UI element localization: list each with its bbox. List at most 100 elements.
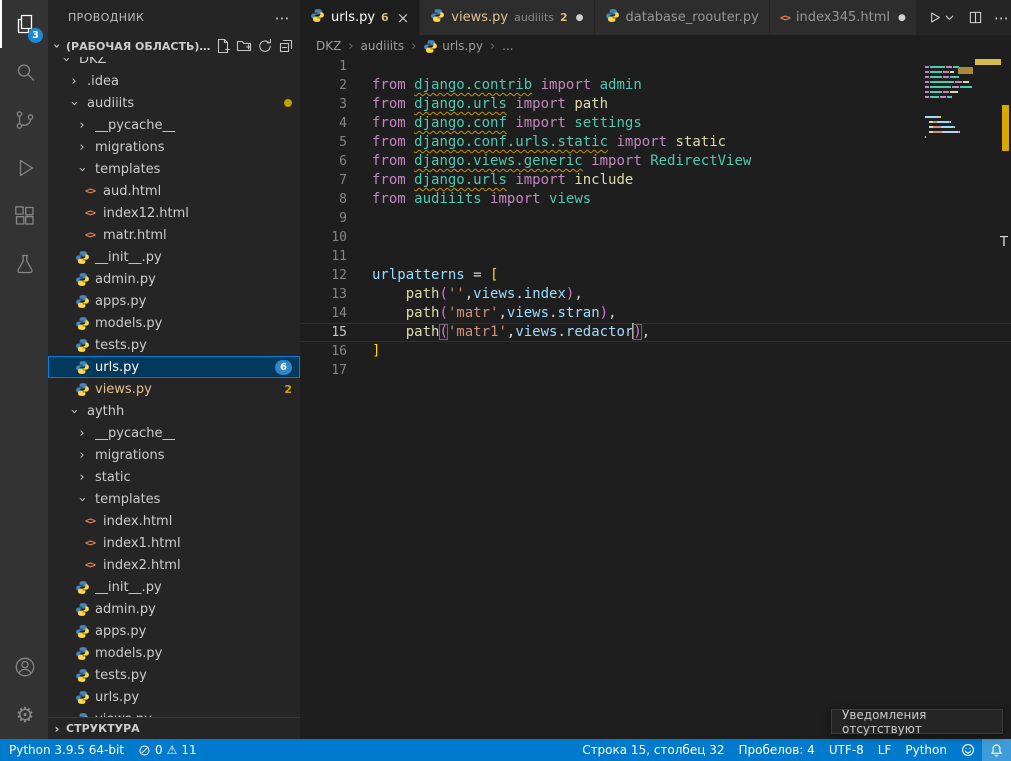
tree-item-matr.html[interactable]: <>matr.html [48,224,300,246]
editor-more-actions-icon[interactable]: ⋯ [994,9,1010,27]
tree-item-models.py[interactable]: models.py [48,312,300,334]
line-number[interactable]: 6 [300,152,347,171]
tree-item-tests.py[interactable]: tests.py [48,334,300,356]
activity-explorer[interactable]: 3 [0,0,48,48]
code-line-10[interactable]: 10 [300,228,1011,247]
code-line-14[interactable]: 14 path('matr',views.stran), [300,304,1011,323]
notifications-bell-icon[interactable] [982,739,1011,761]
code-line-4[interactable]: 4from django.conf import settings [300,114,1011,133]
tab-urls.py[interactable]: urls.py6× [300,0,420,35]
activity-account[interactable] [0,643,48,691]
line-number[interactable]: 9 [300,209,347,228]
tree-item-migrations[interactable]: ›migrations [48,136,300,158]
tree-item-audiiits[interactable]: ›audiiits [48,92,300,114]
activity-testing[interactable] [0,240,48,288]
line-number[interactable]: 8 [300,190,347,209]
line-number[interactable]: 1 [300,57,347,76]
status-item[interactable]: Строка 15, столбец 32 [575,739,731,761]
line-number[interactable]: 3 [300,95,347,114]
line-number[interactable]: 7 [300,171,347,190]
code-editor[interactable]: 12from django.contrib import admin3from … [300,57,1011,739]
tree-item-index.html[interactable]: <>index.html [48,510,300,532]
line-number[interactable]: 17 [300,361,347,380]
status-item[interactable]: UTF-8 [822,739,871,761]
status-item[interactable]: Пробелов: 4 [731,739,821,761]
line-number[interactable]: 11 [300,247,347,266]
tree-item-views.py[interactable]: views.py [48,708,300,717]
tree-item-templates[interactable]: ›templates [48,488,300,510]
refresh-explorer-icon[interactable] [257,38,273,54]
tree-item-aud.html[interactable]: <>aud.html [48,180,300,202]
tree-item-__pycache__[interactable]: ›__pycache__ [48,114,300,136]
activity-source-control[interactable] [0,96,48,144]
tree-item-admin.py[interactable]: admin.py [48,268,300,290]
code-line-13[interactable]: 13 path('',views.index), [300,285,1011,304]
line-number[interactable]: 13 [300,285,347,304]
code-line-9[interactable]: 9 [300,209,1011,228]
line-number[interactable]: 16 [300,342,347,361]
activity-settings[interactable]: ⚙ [0,691,48,739]
tab-views.py[interactable]: views.pyaudiiits2● [420,0,594,35]
code-line-8[interactable]: 8from audiiits import views [300,190,1011,209]
tree-item-DKZ[interactable]: ›DKZ [48,57,300,70]
tree-item-.idea[interactable]: ›.idea [48,70,300,92]
line-number[interactable]: 12 [300,266,347,285]
tree-item-urls.py[interactable]: urls.py6 [48,356,300,378]
tree-item-templates[interactable]: ›templates [48,158,300,180]
status-item[interactable]: LF [871,739,899,761]
code-line-16[interactable]: 16] [300,342,1011,361]
code-line-7[interactable]: 7from django.urls import include [300,171,1011,190]
tree-item-migrations[interactable]: ›migrations [48,444,300,466]
tree-item-models.py[interactable]: models.py [48,642,300,664]
code-line-2[interactable]: 2from django.contrib import admin [300,76,1011,95]
minimap[interactable] [925,59,997,144]
code-line-6[interactable]: 6from django.views.generic import Redire… [300,152,1011,171]
line-number[interactable]: 2 [300,76,347,95]
breadcrumb-...[interactable]: ... [502,39,513,53]
tab-index345.html[interactable]: <>index345.html● [770,0,917,35]
tree-item-index12.html[interactable]: <>index12.html [48,202,300,224]
code-line-15[interactable]: 15 path('matr1',views.redactor), [300,323,1011,342]
python-interpreter-status[interactable]: Python 3.9.5 64-bit [2,739,131,761]
collapse-folders-icon[interactable] [278,38,294,54]
code-line-12[interactable]: 12urlpatterns = [ [300,266,1011,285]
status-item[interactable]: Python [898,739,954,761]
breadcrumb-DKZ[interactable]: DKZ [316,39,341,53]
tree-item-static[interactable]: ›static [48,466,300,488]
activity-search[interactable] [0,48,48,96]
code-line-11[interactable]: 11 [300,247,1011,266]
notification-toast[interactable]: Уведомления отсутствуют [831,709,1003,734]
tree-item-index2.html[interactable]: <>index2.html [48,554,300,576]
line-number[interactable]: 10 [300,228,347,247]
tree-item-views.py[interactable]: views.py2 [48,378,300,400]
breadcrumb-audiiits[interactable]: audiiits [361,39,405,53]
tree-item-tests.py[interactable]: tests.py [48,664,300,686]
tree-item-apps.py[interactable]: apps.py [48,290,300,312]
tree-item-__init__.py[interactable]: __init__.py [48,246,300,268]
tab-database_roouter.py[interactable]: database_roouter.py [595,0,770,35]
tree-item-aythh[interactable]: ›aythh [48,400,300,422]
problems-status[interactable]: 0 ⚠ 11 [131,739,204,761]
split-editor-button[interactable] [968,10,983,25]
run-python-file-button[interactable] [927,10,957,25]
line-number[interactable]: 4 [300,114,347,133]
explorer-more-actions-icon[interactable]: ⋯ [275,9,290,27]
close-tab-icon[interactable]: × [397,9,410,27]
activity-run-debug[interactable] [0,144,48,192]
tree-item-admin.py[interactable]: admin.py [48,598,300,620]
tree-item-urls.py[interactable]: urls.py [48,686,300,708]
outline-section-header[interactable]: › СТРУКТУРА [48,717,300,739]
code-line-5[interactable]: 5from django.conf.urls.static import sta… [300,133,1011,152]
line-number[interactable]: 15 [300,323,347,342]
line-number[interactable]: 14 [300,304,347,323]
code-line-3[interactable]: 3from django.urls import path [300,95,1011,114]
tree-item-apps.py[interactable]: apps.py [48,620,300,642]
tree-item-__pycache__[interactable]: ›__pycache__ [48,422,300,444]
tree-item-__init__.py[interactable]: __init__.py [48,576,300,598]
code-line-1[interactable]: 1 [300,57,1011,76]
new-file-icon[interactable] [215,38,231,54]
new-folder-icon[interactable] [236,38,252,54]
workspace-section-header[interactable]: › (РАБОЧАЯ ОБЛАСТЬ) ... [48,35,300,57]
tree-item-index1.html[interactable]: <>index1.html [48,532,300,554]
feedback-smiley-icon[interactable] [954,739,982,761]
